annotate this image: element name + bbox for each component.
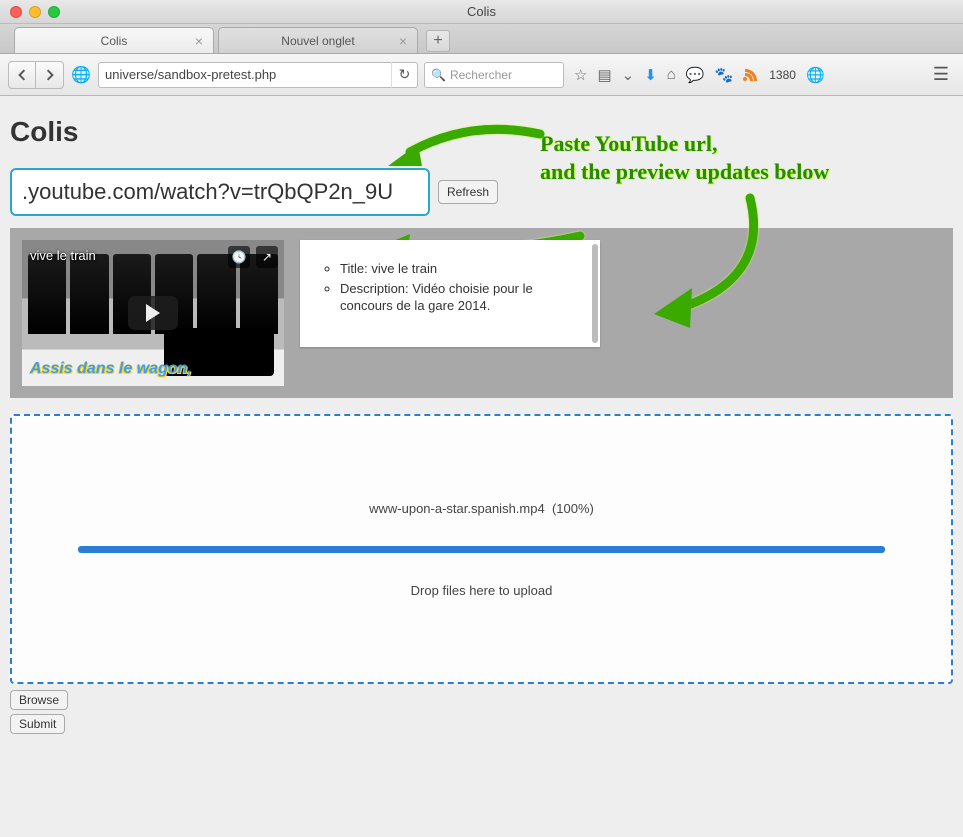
pocket-icon[interactable]: ⌄ <box>622 66 635 84</box>
forward-button[interactable] <box>36 61 64 89</box>
tab-label: Nouvel onglet <box>281 34 354 48</box>
share-icon[interactable]: ↗ <box>256 246 278 268</box>
page-content: Colis Refresh Paste YouTube url, and the… <box>0 96 963 744</box>
url-bar[interactable]: universe/sandbox-pretest.php ↻ <box>98 62 418 88</box>
home-icon[interactable]: ⌂ <box>667 66 676 83</box>
tab-label: Colis <box>101 34 128 48</box>
toolbar-icons: ☆ ▤ ⌄ ⬇ ⌂ 💬 🐾 1380 🌐 <box>574 66 825 84</box>
new-tab-button[interactable]: + <box>426 30 450 52</box>
url-input-row: Refresh <box>10 168 953 216</box>
chat-icon[interactable]: 💬 <box>686 66 705 84</box>
browse-button[interactable]: Browse <box>10 690 68 710</box>
search-placeholder: Rechercher <box>450 68 512 82</box>
play-icon[interactable] <box>128 296 178 330</box>
menu-button[interactable]: ☰ <box>927 61 955 89</box>
meta-title-row: Title: vive le train <box>340 260 584 278</box>
reload-icon[interactable]: ↻ <box>391 62 417 88</box>
nav-buttons <box>8 61 64 89</box>
video-metadata-card: Title: vive le train Description: Vidéo … <box>300 240 600 347</box>
download-arrow-icon[interactable]: ⬇ <box>644 66 657 84</box>
back-button[interactable] <box>8 61 36 89</box>
submit-button[interactable]: Submit <box>10 714 65 734</box>
form-buttons: Browse Submit <box>10 690 953 734</box>
refresh-button[interactable]: Refresh <box>438 180 498 204</box>
upload-filename-row: www-upon-a-star.spanish.mp4 (100%) <box>369 501 594 516</box>
site-identity-icon[interactable]: 🌐 <box>70 64 92 86</box>
video-thumbnail[interactable]: vive le train 🕓 ↗ Assis dans le wagon, <box>22 240 284 386</box>
preview-panel: vive le train 🕓 ↗ Assis dans le wagon, T… <box>10 228 953 398</box>
reader-icon[interactable]: ▤ <box>597 66 611 84</box>
tab-strip: Colis × Nouvel onglet × + <box>0 24 963 54</box>
bookmark-star-icon[interactable]: ☆ <box>574 66 587 84</box>
close-tab-icon[interactable]: × <box>399 33 407 49</box>
search-bar[interactable]: 🔍 Rechercher <box>424 62 564 88</box>
page-title: Colis <box>10 116 953 148</box>
browser-toolbar: 🌐 universe/sandbox-pretest.php ↻ 🔍 Reche… <box>0 54 963 96</box>
globe-settings-icon[interactable]: 🌐 <box>806 66 825 84</box>
paw-icon[interactable]: 🐾 <box>715 66 734 84</box>
close-tab-icon[interactable]: × <box>195 33 203 49</box>
meta-description-row: Description: Vidéo choisie pour le conco… <box>340 280 584 315</box>
url-text: universe/sandbox-pretest.php <box>105 67 276 82</box>
rss-count: 1380 <box>769 68 796 82</box>
rss-icon[interactable] <box>743 67 759 83</box>
watch-later-icon[interactable]: 🕓 <box>228 246 250 268</box>
upload-progress-bar <box>78 546 886 553</box>
youtube-url-input[interactable] <box>10 168 430 216</box>
search-icon: 🔍 <box>431 68 446 82</box>
video-caption-overlay: Assis dans le wagon, <box>30 360 192 378</box>
window-title: Colis <box>0 4 963 19</box>
tab-nouvel-onglet[interactable]: Nouvel onglet × <box>218 27 418 53</box>
video-title-overlay: vive le train <box>30 248 96 263</box>
upload-dropzone[interactable]: www-upon-a-star.spanish.mp4 (100%) Drop … <box>10 414 953 684</box>
titlebar: Colis <box>0 0 963 24</box>
dropzone-hint: Drop files here to upload <box>411 583 553 598</box>
tab-colis[interactable]: Colis × <box>14 27 214 53</box>
